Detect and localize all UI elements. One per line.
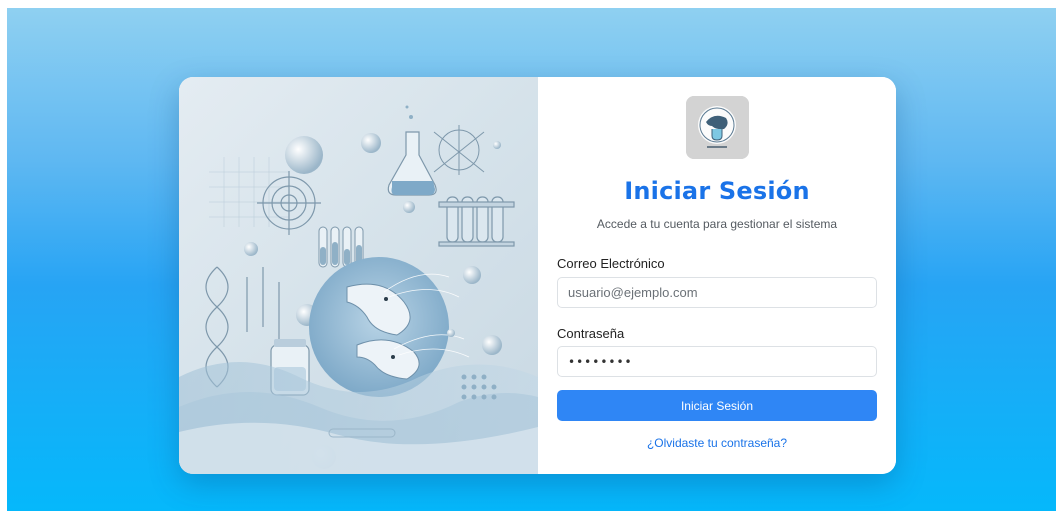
page-background: Iniciar Sesión Accede a tu cuenta para g…: [7, 8, 1056, 511]
page-title: Iniciar Sesión: [624, 177, 810, 205]
forgot-password-link[interactable]: ¿Olvidaste tu contraseña?: [538, 436, 896, 450]
email-field[interactable]: [557, 277, 877, 308]
login-button[interactable]: Iniciar Sesión: [557, 390, 877, 421]
shrimp-lab-logo-icon: [686, 96, 749, 159]
login-card: Iniciar Sesión Accede a tu cuenta para g…: [179, 77, 896, 474]
page-subtitle: Accede a tu cuenta para gestionar el sis…: [596, 217, 838, 231]
email-label: Correo Electrónico: [557, 256, 665, 271]
login-form-panel: Iniciar Sesión Accede a tu cuenta para g…: [538, 77, 896, 474]
illustration-panel: [179, 77, 538, 474]
shrimp-lab-illustration: [179, 105, 538, 474]
password-label: Contraseña: [557, 326, 625, 341]
app-logo: [686, 96, 749, 159]
password-field[interactable]: [557, 346, 877, 377]
